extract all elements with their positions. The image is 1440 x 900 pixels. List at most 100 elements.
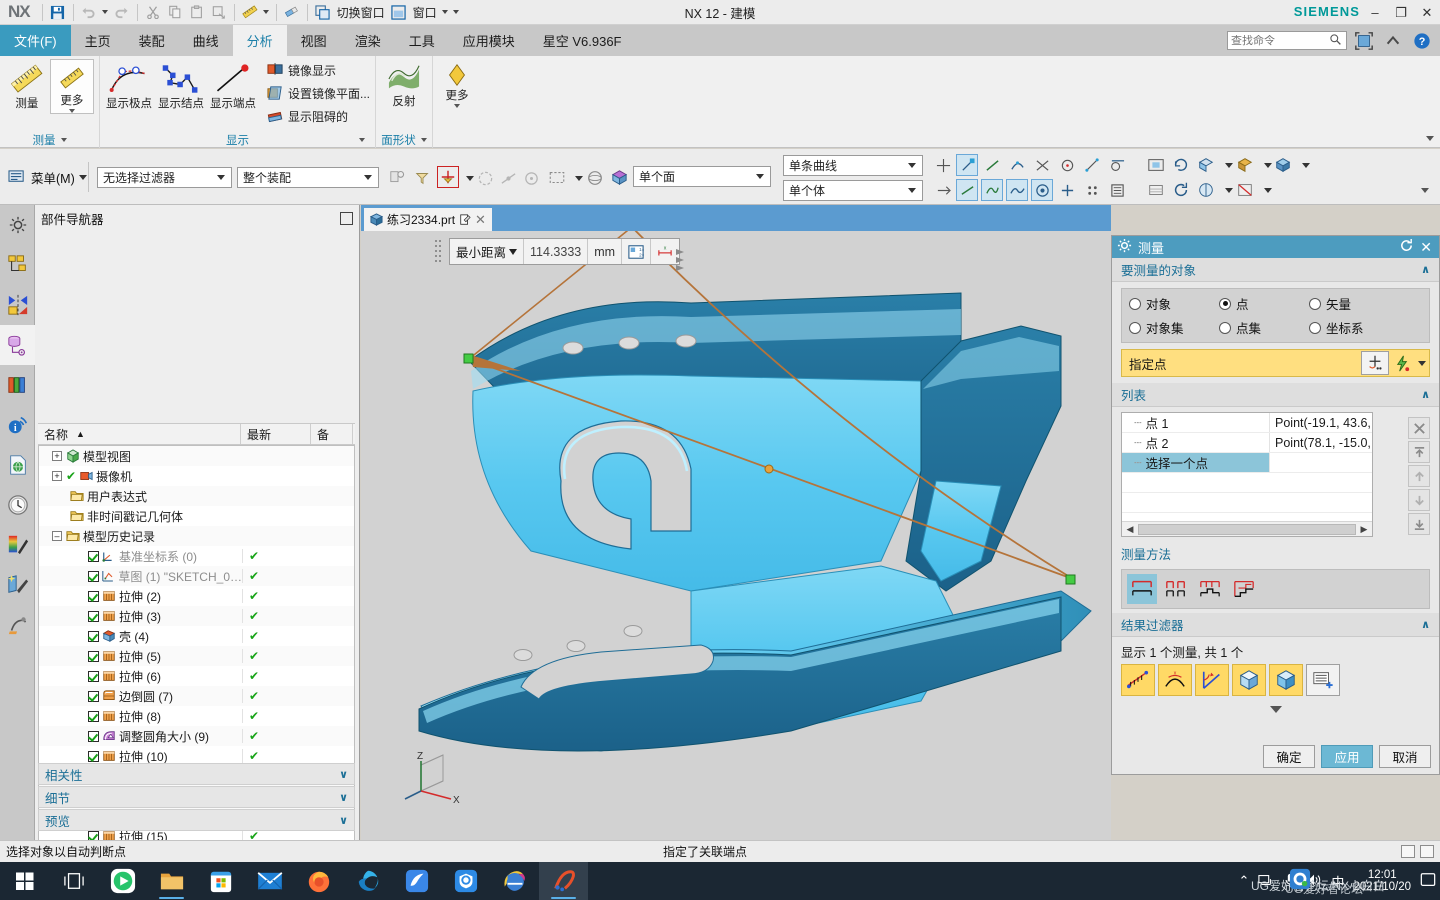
- pin-icon[interactable]: [340, 211, 353, 225]
- file-explorer-icon[interactable]: [147, 862, 196, 900]
- help-icon[interactable]: ?: [1410, 29, 1434, 53]
- eraser-icon[interactable]: [281, 2, 303, 23]
- assembly-navigator-icon[interactable]: [0, 245, 35, 285]
- chevron-down-icon[interactable]: [217, 175, 225, 180]
- tree-row[interactable]: 壳 (4) ✔: [39, 626, 354, 646]
- sort-ascending-icon[interactable]: ▲: [76, 429, 85, 439]
- document-tab[interactable]: 练习2334.prt ✕: [364, 208, 492, 231]
- snap-point-cloud-icon[interactable]: [1081, 179, 1103, 201]
- reflection-button[interactable]: 反射: [381, 59, 427, 109]
- more-button[interactable]: 更多: [438, 59, 476, 108]
- accordion-dependencies[interactable]: 相关性 ∨: [38, 763, 355, 785]
- radio-circle-icon[interactable]: [1309, 321, 1321, 334]
- measure-toolbar-grip[interactable]: [435, 239, 444, 264]
- point-constructor-icon[interactable]: [1361, 351, 1389, 375]
- arc-filter-icon[interactable]: x: [1158, 664, 1192, 696]
- selection-filter-dropdown[interactable]: 无选择过滤器: [97, 167, 232, 188]
- snap-center-icon[interactable]: [520, 167, 542, 189]
- snap-control-point-icon[interactable]: [956, 179, 978, 201]
- tree-row[interactable]: + 模型视图: [39, 446, 354, 466]
- snap-list-icon[interactable]: [1106, 179, 1128, 201]
- measure-method-group[interactable]: [1121, 569, 1430, 609]
- measure-button[interactable]: 测量: [5, 59, 49, 111]
- search-icon[interactable]: [1329, 33, 1342, 49]
- history-icon[interactable]: [0, 485, 35, 525]
- projected-distance-icon[interactable]: [1195, 574, 1225, 604]
- tree-row[interactable]: 非时间戳记几何体: [39, 506, 354, 526]
- list-horizontal-scrollbar[interactable]: ◀ ▶: [1122, 521, 1372, 536]
- box-select-icon[interactable]: [546, 167, 568, 189]
- radio-circle-icon[interactable]: [1309, 297, 1321, 310]
- group-expand-icon[interactable]: [359, 137, 365, 142]
- measure-type-label[interactable]: 最小距离: [450, 239, 509, 264]
- radio-point[interactable]: 点: [1219, 294, 1309, 313]
- chevron-up-icon[interactable]: ∧: [1421, 618, 1430, 631]
- snap-line-icon[interactable]: [981, 154, 1003, 176]
- task-view-icon[interactable]: [49, 862, 98, 900]
- scrollbar-thumb[interactable]: [1138, 523, 1356, 535]
- tab-view[interactable]: 视图: [287, 25, 341, 56]
- redo-icon[interactable]: [111, 2, 133, 23]
- feature-checkbox[interactable]: [88, 610, 99, 622]
- feature-checkbox[interactable]: [88, 650, 99, 662]
- restore-button[interactable]: ❐: [1388, 0, 1414, 25]
- body-rule-dropdown[interactable]: 单个体: [783, 180, 923, 201]
- column-header-latest[interactable]: 最新: [241, 424, 311, 444]
- search-input[interactable]: [1231, 34, 1329, 47]
- tab-analysis[interactable]: 分析: [232, 25, 287, 56]
- section-view-dropdown-icon[interactable]: [1257, 179, 1279, 201]
- window-dropdown-icon[interactable]: [440, 2, 451, 23]
- point-list[interactable]: ┄ 点 1 Point(-19.1, 43.6, ┄ 点 2 Point(78.1,…: [1121, 412, 1373, 537]
- radio-circle-icon[interactable]: [1129, 297, 1141, 310]
- edit-icon[interactable]: [459, 213, 471, 226]
- tree-row[interactable]: 拉伸 (8) ✔: [39, 706, 354, 726]
- show-knots-button[interactable]: 显示结点: [157, 59, 205, 111]
- select-similar-icon[interactable]: [387, 167, 409, 189]
- chevron-down-icon[interactable]: [756, 174, 764, 179]
- chevron-down-icon[interactable]: [908, 163, 916, 168]
- feature-checkbox[interactable]: [88, 550, 99, 562]
- feature-checkbox[interactable]: [88, 750, 99, 762]
- roles-icon[interactable]: [0, 605, 35, 645]
- measure-dialog[interactable]: 测量 ✕ 要测量的对象 ∧ 对象 点 矢量 对象集 点集 坐标系 指定点 列表 …: [1111, 235, 1440, 775]
- snap-face-center-icon[interactable]: [1031, 179, 1053, 201]
- measure-more-button[interactable]: 更多: [49, 59, 94, 114]
- tray-expand-icon[interactable]: ⌃: [1239, 873, 1250, 889]
- hd3d-tools-icon[interactable]: i: [0, 405, 35, 445]
- status-resize-icon[interactable]: [1420, 845, 1434, 858]
- accordion-preview[interactable]: 预览 ∨: [38, 809, 355, 831]
- snap-curve-icon[interactable]: [1006, 154, 1028, 176]
- chevron-down-icon[interactable]: [364, 175, 372, 180]
- window-menu-label[interactable]: 窗口: [410, 4, 440, 21]
- section-objects-header[interactable]: 要测量的对象 ∧: [1112, 258, 1439, 282]
- tree-row[interactable]: 用户表达式: [39, 486, 354, 506]
- move-to-top-icon[interactable]: [1408, 441, 1430, 463]
- tab-render[interactable]: 渲染: [341, 25, 395, 56]
- chevron-up-icon[interactable]: ∧: [1421, 388, 1430, 401]
- refresh-icon[interactable]: [1170, 179, 1192, 201]
- list-item[interactable]: ┄ 选择一个点: [1122, 453, 1372, 473]
- snap-point-group-icon[interactable]: [932, 154, 954, 176]
- system-scenes-icon[interactable]: [0, 565, 35, 605]
- layer-settings-icon[interactable]: [1145, 179, 1167, 201]
- chevron-up-icon[interactable]: ∧: [1421, 263, 1430, 276]
- section-list-header[interactable]: 列表 ∧: [1112, 383, 1439, 407]
- tab-starsky[interactable]: 星空 V6.936F: [529, 25, 636, 56]
- feature-checkbox[interactable]: [88, 670, 99, 682]
- feature-checkbox[interactable]: [88, 570, 99, 582]
- delete-icon[interactable]: [1408, 417, 1430, 439]
- chevron-down-icon[interactable]: [78, 175, 87, 180]
- snap-enable-icon[interactable]: [474, 167, 496, 189]
- list-item[interactable]: ┄ 点 1 Point(-19.1, 43.6,: [1122, 413, 1372, 433]
- feature-tree[interactable]: + 模型视图 + ✔ 摄像机 用户表达式 非时间戳记几何体 – 模型历史记录 基…: [38, 445, 355, 900]
- selection-scope-dropdown[interactable]: 整个装配: [237, 167, 379, 188]
- security-icon[interactable]: [441, 862, 490, 900]
- system-settings-icon[interactable]: [0, 205, 35, 245]
- scroll-left-icon[interactable]: ◀: [1122, 524, 1138, 535]
- ok-button[interactable]: 确定: [1263, 745, 1315, 768]
- snap-point-filter-icon[interactable]: [437, 166, 459, 188]
- show-endpoints-button[interactable]: 显示端点: [209, 59, 257, 111]
- point-to-point-icon[interactable]: [1161, 574, 1191, 604]
- tree-row[interactable]: 拉伸 (5) ✔: [39, 646, 354, 666]
- edge-icon[interactable]: [343, 862, 392, 900]
